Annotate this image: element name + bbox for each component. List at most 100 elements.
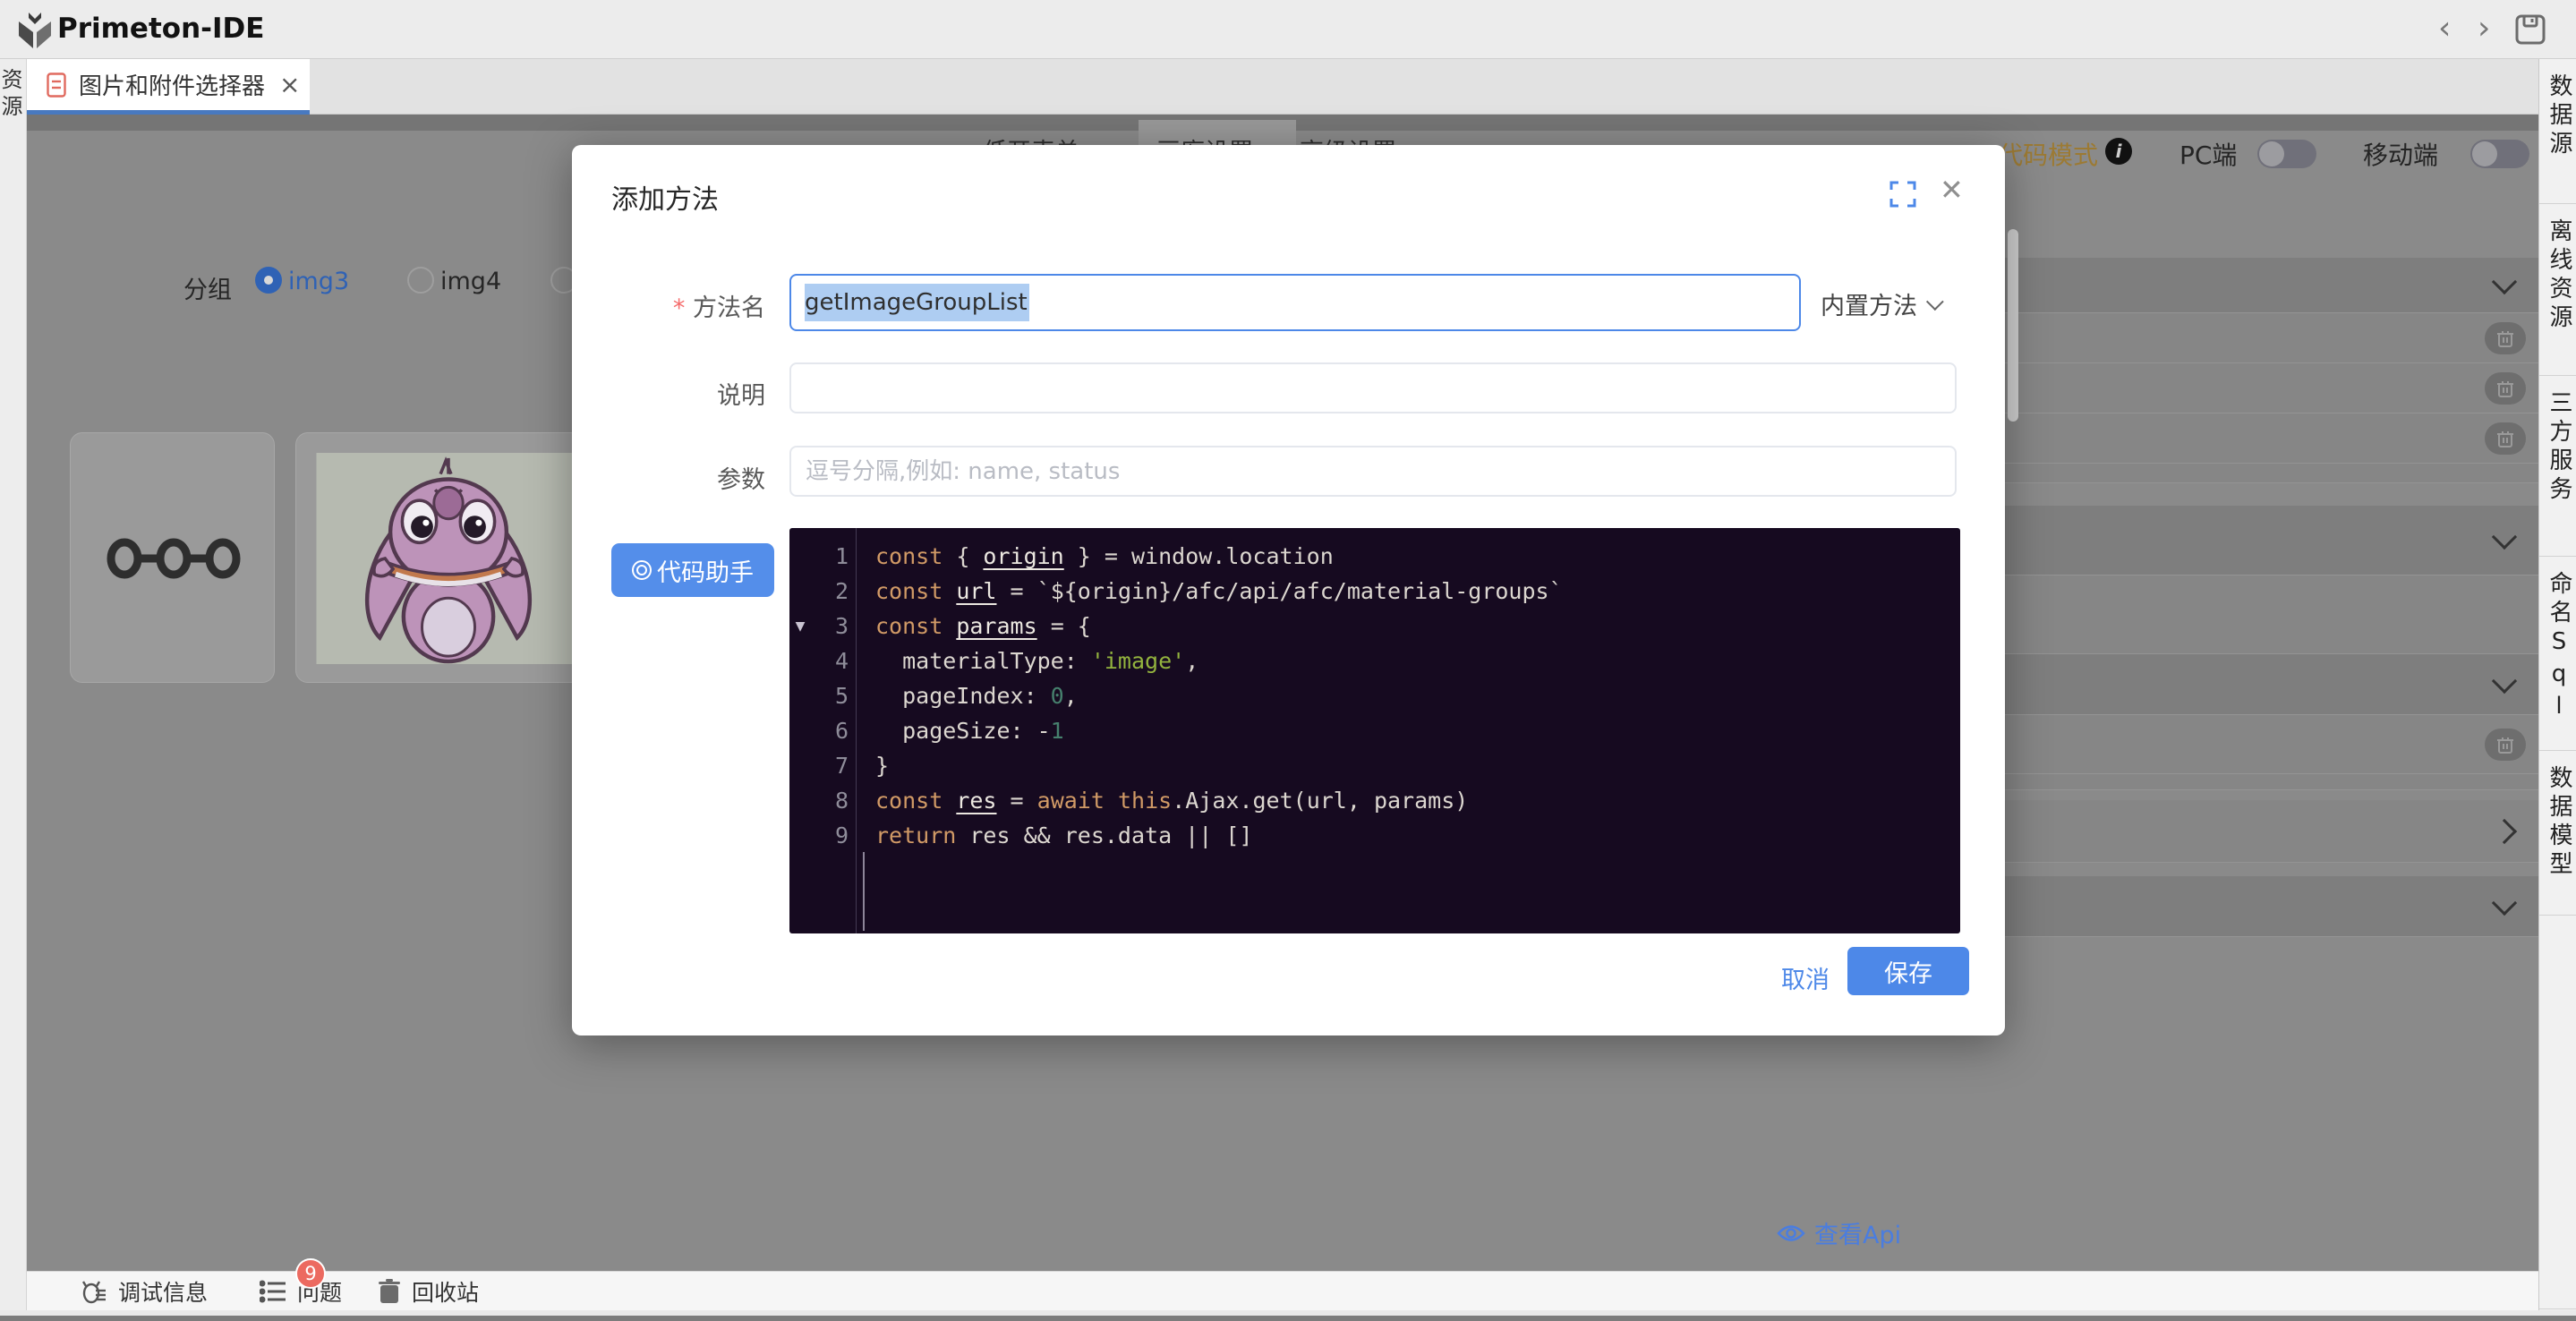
code-line: 9return res && res.data || []: [789, 818, 1960, 853]
image-card-placeholder[interactable]: [70, 432, 275, 683]
nav-back-icon[interactable]: ‹: [2438, 13, 2451, 45]
nav-forward-icon[interactable]: ›: [2478, 13, 2490, 45]
mobile-side-toggle[interactable]: [2470, 140, 2529, 168]
rail-item-label: 命名Sql: [2539, 571, 2576, 725]
cancel-button[interactable]: 取消: [1776, 959, 1835, 996]
tab-close-icon[interactable]: ×: [279, 70, 300, 99]
code-line: 7}: [789, 748, 1960, 783]
pc-side-label: PC端: [2179, 136, 2237, 172]
form-file-icon: [47, 72, 66, 98]
save-button[interactable]: 保存: [1847, 947, 1969, 995]
line-number: 3: [811, 613, 849, 639]
line-number: 8: [811, 788, 849, 814]
fullscreen-icon[interactable]: [1889, 181, 1916, 208]
toggle-knob: [2472, 141, 2497, 166]
selected-text: getImageGroupList: [805, 284, 1029, 321]
status-bar: 调试信息 问题 回收站: [27, 1271, 2538, 1310]
delete-icon[interactable]: [2485, 372, 2526, 405]
close-icon[interactable]: ✕: [1940, 175, 1964, 204]
rail-item-3[interactable]: 三方服务: [2539, 376, 2576, 557]
description-input[interactable]: [789, 362, 1957, 413]
tab-label: 图片和附件选择器: [79, 68, 265, 101]
left-rail-resources[interactable]: 资源: [0, 59, 27, 1316]
delete-icon[interactable]: [2485, 422, 2526, 455]
assistant-label: 代码助手: [657, 553, 754, 588]
code-lines: 1const { origin } = window.location2cons…: [789, 539, 1960, 853]
line-text: return res && res.data || []: [849, 822, 1252, 848]
debug-info-button[interactable]: 调试信息: [81, 1272, 208, 1311]
toggle-knob: [2259, 141, 2284, 166]
chevron-down-icon: [2492, 890, 2517, 915]
rail-empty-section: [2539, 916, 2576, 1309]
line-number: 2: [811, 578, 849, 604]
params-label: 参数: [611, 460, 765, 495]
line-text: const res = await this.Ajax.get(url, par…: [849, 788, 1468, 814]
line-text: }: [849, 753, 889, 779]
radio-img4[interactable]: [407, 267, 434, 294]
assistant-icon: [632, 560, 652, 580]
rail-item-4[interactable]: 命名Sql: [2539, 557, 2576, 751]
line-number: 9: [811, 822, 849, 848]
code-line: 6 pageSize: -1: [789, 713, 1960, 748]
radio-label[interactable]: img3: [288, 268, 349, 295]
code-line: 2const url = `${origin}/afc/api/afc/mate…: [789, 574, 1960, 609]
code-line: 4 materialType: 'image',: [789, 643, 1960, 678]
info-icon[interactable]: i: [2105, 138, 2132, 165]
radio-img3[interactable]: [255, 267, 282, 294]
method-name-input[interactable]: getImageGroupList: [789, 274, 1801, 331]
view-api-label: 查看Api: [1814, 1215, 1901, 1250]
rail-item-5[interactable]: 数据模型: [2539, 751, 2576, 916]
code-line: ▼3const params = {: [789, 609, 1960, 643]
rail-item-2[interactable]: 离线资源: [2539, 204, 2576, 376]
method-type-select[interactable]: 内置方法: [1821, 286, 1939, 321]
tab-image-attachment-selector[interactable]: 图片和附件选择器 ×: [27, 59, 310, 115]
image-card-cartoon[interactable]: [295, 432, 600, 683]
recycle-bin-button[interactable]: 回收站: [378, 1272, 479, 1311]
delete-icon[interactable]: [2485, 729, 2526, 761]
debug-bug-icon: [81, 1278, 107, 1305]
fold-marker-icon[interactable]: ▼: [789, 619, 811, 634]
line-text: pageSize: -1: [849, 718, 1064, 744]
radio-label[interactable]: img4: [440, 268, 501, 295]
app-title: Primeton-IDE: [57, 13, 264, 45]
delete-icon[interactable]: [2485, 322, 2526, 354]
text-caret: [863, 852, 865, 931]
group-label: 分组: [183, 270, 232, 305]
line-text: pageIndex: 0,: [849, 683, 1078, 709]
line-number: 4: [811, 648, 849, 674]
left-rail-label: 资源: [0, 68, 26, 122]
problems-count-badge: 9: [295, 1258, 326, 1289]
chevron-down-icon: [2492, 668, 2517, 693]
vertical-scrollbar[interactable]: [2008, 229, 2018, 422]
code-line: 8const res = await this.Ajax.get(url, pa…: [789, 783, 1960, 818]
pc-side-toggle[interactable]: [2257, 140, 2316, 168]
rail-item-label: 数据模型: [2539, 765, 2576, 880]
rail-item-1[interactable]: 数据源: [2539, 59, 2576, 204]
line-text: const { origin } = window.location: [849, 543, 1334, 569]
window-bottom-edge: [0, 1316, 2576, 1321]
line-number: 1: [811, 543, 849, 569]
code-assistant-button[interactable]: 代码助手: [611, 543, 774, 597]
problems-list-icon: [260, 1280, 286, 1303]
app-logo-icon: [16, 11, 54, 50]
save-file-icon[interactable]: [2515, 14, 2546, 45]
params-input[interactable]: [789, 446, 1957, 497]
debug-info-label: 调试信息: [118, 1275, 208, 1308]
line-text: const url = `${origin}/afc/api/afc/mater…: [849, 578, 1563, 604]
trash-icon: [378, 1278, 401, 1305]
right-rail: 数据源离线资源三方服务命名Sql 数据模型: [2538, 59, 2576, 1316]
chevron-down-icon: [1926, 293, 1944, 311]
view-api-link[interactable]: 查看Api: [1777, 1215, 1901, 1250]
dialog-title: 添加方法: [611, 177, 719, 217]
chain-placeholder-icon: [107, 536, 241, 581]
code-line: 1const { origin } = window.location: [789, 539, 1960, 574]
mobile-side-label: 移动端: [2363, 136, 2438, 172]
gutter-divider: [856, 528, 857, 933]
description-label: 说明: [611, 376, 765, 411]
code-mode-link[interactable]: 代码模式: [1998, 136, 2098, 172]
chevron-down-icon: [2492, 524, 2517, 549]
chevron-right-icon: [2492, 818, 2517, 843]
add-method-dialog: 添加方法 ✕ 方法名 getImageGroupList 内置方法 说明 参数 …: [572, 145, 2005, 1035]
code-editor[interactable]: 1const { origin } = window.location2cons…: [789, 528, 1960, 933]
method-type-value: 内置方法: [1821, 286, 1917, 321]
